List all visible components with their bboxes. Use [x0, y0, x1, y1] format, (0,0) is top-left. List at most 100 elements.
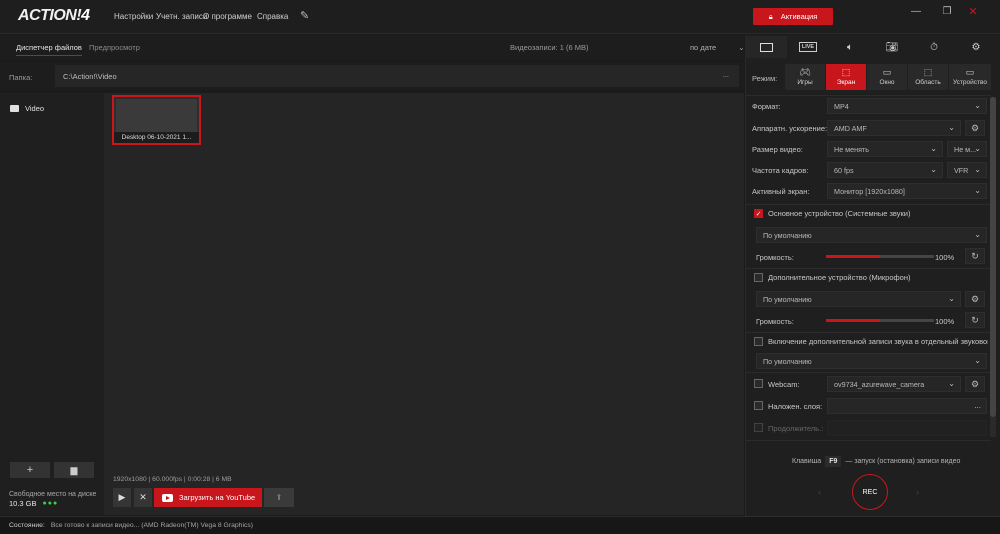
upload-icon[interactable]: ⬆	[264, 488, 294, 507]
stopwatch-icon: ⏱︎	[930, 41, 938, 53]
folder-path-field[interactable]: C:\Action!\Video...	[55, 65, 739, 87]
overlay-checkbox[interactable]	[754, 401, 763, 410]
browse-folder-button[interactable]: ...	[723, 70, 729, 79]
tab-timer[interactable]: ⏱︎	[913, 36, 955, 58]
extra-device-checkbox[interactable]	[754, 273, 763, 282]
speaker-icon: 🔈︎	[847, 41, 853, 53]
gear-icon: ⚙︎	[970, 293, 980, 304]
check-icon: ✓	[755, 210, 762, 218]
divider	[745, 268, 991, 269]
camera-icon: 📷︎	[885, 41, 899, 53]
divider	[745, 95, 991, 96]
webcam-label: Webcam:	[768, 380, 800, 389]
folder-icon	[10, 105, 19, 112]
accel-settings-button[interactable]: ⚙︎	[965, 120, 985, 136]
mode-area[interactable]: ⬚ Область	[908, 64, 948, 90]
hw-accel-dropdown[interactable]: AMD AMF ⌄	[827, 120, 961, 136]
overlay-label: Наложен. слоя:	[768, 402, 823, 411]
mode-label: Режим:	[752, 74, 778, 83]
live-icon: LIVE	[798, 42, 818, 52]
menu-about[interactable]: О программе	[203, 12, 252, 21]
main-volume-slider[interactable]	[826, 255, 934, 258]
monitor-icon	[759, 42, 773, 52]
next-icon[interactable]: ›	[916, 487, 919, 497]
prev-icon[interactable]: ‹	[818, 487, 821, 497]
tab-screenshot[interactable]: 📷︎	[871, 36, 913, 58]
main-device-checkbox[interactable]: ✓	[754, 209, 763, 218]
separate-audio-checkbox[interactable]	[754, 337, 763, 346]
add-folder-button[interactable]: +	[10, 462, 50, 478]
main-device-label: Основное устройство (Системные звуки)	[768, 209, 911, 218]
maximize-icon[interactable]: ❐	[936, 4, 958, 18]
format-dropdown[interactable]: MP4 ⌄	[827, 98, 987, 114]
device-icon: ▭	[965, 67, 975, 77]
window-icon: ▭	[882, 67, 892, 77]
video-size-mode-dropdown[interactable]: Не м... ⌄	[947, 141, 987, 157]
extra-volume-slider[interactable]	[826, 319, 934, 322]
volume-label: Громкость:	[756, 317, 794, 326]
sort-dropdown[interactable]: по дате ⌄	[690, 43, 745, 52]
active-screen-dropdown[interactable]: Монитор [1920x1080] ⌄	[827, 183, 987, 199]
fps-dropdown[interactable]: 60 fps ⌄	[827, 162, 943, 178]
folder-sidebar	[0, 93, 104, 515]
browse-overlay-button[interactable]: ...	[974, 401, 981, 410]
tab-file-manager[interactable]: Диспетчер файлов	[16, 43, 82, 56]
tab-settings[interactable]: ⚙︎	[955, 36, 997, 58]
webcam-dropdown[interactable]: ov9734_azurewave_camera ⌄	[827, 376, 961, 392]
youtube-upload-button[interactable]: Загрузить на YouTube	[154, 488, 262, 507]
menu-accounts[interactable]: Учетн. записи	[156, 12, 207, 21]
fps-mode-dropdown[interactable]: VFR ⌄	[947, 162, 987, 178]
scrollbar-thumb[interactable]	[990, 97, 996, 417]
video-thumbnail[interactable]: Desktop 06-10-2021 1...	[112, 95, 201, 145]
hw-accel-label: Аппаратн. ускорение:	[752, 124, 828, 133]
menu-help[interactable]: Справка	[257, 12, 288, 21]
tab-video-record[interactable]	[745, 36, 787, 58]
chevron-down-icon: ⌄	[974, 186, 981, 195]
chevron-down-icon: ⌄	[974, 165, 981, 174]
status-text: Все готово к записи видео... (AMD Radeon…	[50, 522, 254, 529]
duration-stepper[interactable]	[827, 420, 987, 436]
pen-icon[interactable]: ✎	[300, 9, 309, 22]
thumbnail-image	[116, 99, 197, 133]
webcam-settings-button[interactable]: ⚙︎	[965, 376, 985, 392]
extra-device-settings-button[interactable]: ⚙︎	[965, 291, 985, 307]
delete-button[interactable]: ✕	[134, 488, 152, 507]
reset-icon: ↻	[971, 250, 979, 261]
extra-volume-value: 100%	[935, 317, 955, 326]
tab-audio[interactable]: 🔈︎	[829, 36, 871, 58]
mode-screen[interactable]: ⬚ Экран	[826, 64, 866, 90]
close-icon[interactable]: ✕	[962, 4, 984, 18]
menu-settings[interactable]: Настройки	[114, 12, 153, 21]
overlay-field[interactable]: ...	[827, 398, 987, 414]
video-size-dropdown[interactable]: Не менять ⌄	[827, 141, 943, 157]
main-device-dropdown[interactable]: По умолчанию ⌄	[756, 227, 987, 243]
separate-audio-dropdown[interactable]: По умолчанию ⌄	[756, 353, 987, 369]
sidebar-item-video[interactable]: Video	[10, 104, 44, 113]
volume-label: Громкость:	[756, 253, 794, 262]
reset-volume-button[interactable]: ↻	[965, 312, 985, 328]
mode-games[interactable]: 🎮︎ Игры	[785, 64, 825, 90]
tab-live[interactable]: LIVE	[787, 36, 829, 58]
tab-preview[interactable]: Предпросмотр	[89, 43, 140, 52]
folder-settings-button[interactable]: ▆	[54, 462, 94, 478]
gear-icon: ⚙︎	[970, 122, 980, 133]
duration-checkbox[interactable]	[754, 423, 763, 432]
reset-volume-button[interactable]: ↻	[965, 248, 985, 264]
play-icon: ▶	[118, 492, 126, 502]
folder-label: Папка:	[9, 73, 33, 82]
extra-device-label: Дополнительное устройство (Микрофон)	[768, 273, 911, 282]
activate-button[interactable]: 🔒︎ Активация	[753, 8, 833, 25]
slider-fill	[826, 255, 880, 258]
webcam-checkbox[interactable]	[754, 379, 763, 388]
folder-icon: ▆	[70, 464, 78, 475]
hotkey-key: F9	[825, 456, 842, 467]
mode-window[interactable]: ▭ Окно	[867, 64, 907, 90]
hotkey-hint: Клавиша F9 — запуск (остановка) записи в…	[792, 456, 961, 467]
format-label: Формат:	[752, 102, 781, 111]
extra-device-dropdown[interactable]: По умолчанию ⌄	[756, 291, 961, 307]
minimize-icon[interactable]: —	[905, 4, 927, 18]
chevron-down-icon: ⌄	[948, 294, 955, 303]
play-button[interactable]: ▶	[113, 488, 131, 507]
rec-button[interactable]: REC	[852, 474, 888, 510]
mode-device[interactable]: ▭ Устройство	[949, 64, 991, 90]
